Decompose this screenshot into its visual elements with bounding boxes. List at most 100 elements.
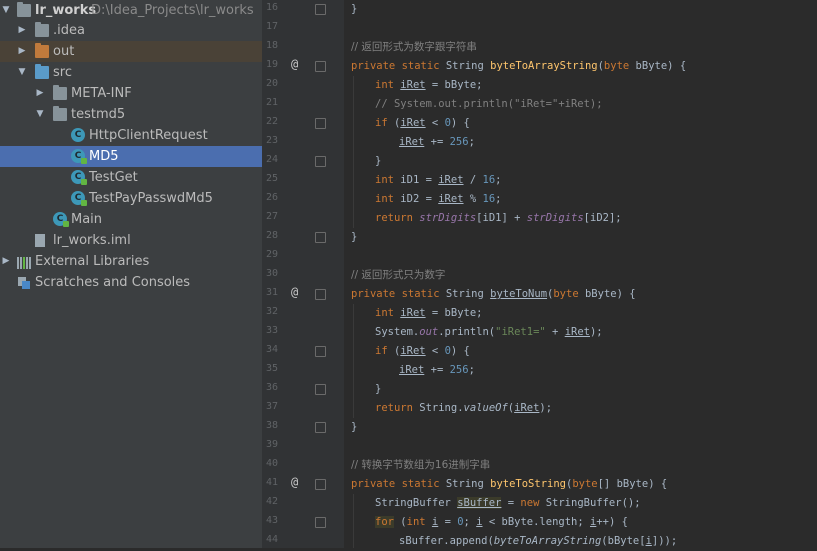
line-number: 30 (266, 268, 279, 279)
line-number: 39 (266, 439, 279, 450)
line-number: 18 (266, 40, 279, 51)
project-folder-icon (17, 2, 31, 17)
chevron-right-icon[interactable]: ▶ (16, 41, 28, 62)
line-number: 44 (266, 534, 279, 545)
code-line-31: private static String byteToNum(byte bBy… (351, 288, 636, 300)
chevron-right-icon[interactable]: ▶ (16, 20, 28, 41)
code-line-38: } (351, 421, 358, 433)
chevron-down-icon[interactable]: ▼ (16, 62, 28, 83)
fold-icon[interactable] (315, 479, 326, 490)
line-number: 25 (266, 173, 279, 184)
code-line-35: iRet += 256; (399, 364, 475, 376)
code-line-18: // 返回形式为数字跟字符串 (351, 41, 477, 53)
tree-item-label: META-INF (71, 86, 132, 101)
fold-icon[interactable] (315, 4, 326, 15)
tree-item-main[interactable]: C Main (0, 209, 262, 230)
tree-item-src[interactable]: ▼ src (0, 62, 262, 83)
java-class-icon: C (71, 191, 87, 206)
tree-item-label: lr_works.iml (53, 233, 131, 248)
code-line-21: // System.out.println("iRet="+iRet); (375, 98, 603, 110)
code-line-23: iRet += 256; (399, 136, 475, 148)
line-number: 40 (266, 458, 279, 469)
annotation-icon[interactable]: @ (291, 57, 298, 71)
annotation-icon[interactable]: @ (291, 475, 298, 489)
tree-item-out[interactable]: ▶ out (0, 41, 262, 62)
tree-item-external-libraries[interactable]: ▶ External Libraries (0, 251, 262, 272)
module-file-icon (35, 234, 45, 247)
line-number: 16 (266, 2, 279, 13)
tree-item-label: out (53, 44, 75, 59)
code-line-44: sBuffer.append(byteToArrayString(bByte[i… (399, 535, 678, 547)
line-number: 17 (266, 21, 279, 32)
editor-gutter: 16 17 18 19 @ 20 21 22 23 24 25 26 27 28 … (262, 0, 345, 548)
tree-item-testget[interactable]: C TestGet (0, 167, 262, 188)
java-class-icon: C (53, 212, 69, 227)
java-class-icon: C (71, 128, 85, 142)
fold-icon[interactable] (315, 517, 326, 528)
line-number: 31 (266, 287, 279, 298)
code-line-19: private static String byteToArrayString(… (351, 60, 687, 72)
tree-item-label: TestGet (89, 170, 138, 185)
line-number: 22 (266, 116, 279, 127)
tree-item-label: .idea (53, 23, 85, 38)
chevron-right-icon[interactable]: ▶ (0, 251, 12, 272)
code-line-25: int iD1 = iRet / 16; (375, 174, 502, 186)
line-number: 38 (266, 420, 279, 431)
code-line-26: int iD2 = iRet % 16; (375, 193, 502, 205)
line-number: 26 (266, 192, 279, 203)
fold-icon[interactable] (315, 289, 326, 300)
java-class-icon: C (71, 149, 87, 164)
chevron-right-icon[interactable]: ▶ (34, 83, 46, 104)
line-number: 28 (266, 230, 279, 241)
code-line-34: if (iRet < 0) { (375, 345, 470, 357)
line-number: 34 (266, 344, 279, 355)
libraries-icon (17, 255, 31, 269)
code-line-27: return strDigits[iD1] + strDigits[iD2]; (375, 212, 622, 224)
tree-item-label: External Libraries (35, 254, 150, 269)
tree-item-idea[interactable]: ▶ .idea (0, 20, 262, 41)
fold-icon[interactable] (315, 384, 326, 395)
tree-item-testmd5[interactable]: ▼ testmd5 (0, 104, 262, 125)
source-folder-icon (35, 64, 49, 79)
line-number: 32 (266, 306, 279, 317)
tree-item-label: Main (71, 212, 103, 227)
chevron-down-icon[interactable]: ▼ (0, 0, 12, 21)
fold-icon[interactable] (315, 118, 326, 129)
fold-icon[interactable] (315, 61, 326, 72)
tree-item-scratches[interactable]: Scratches and Consoles (0, 272, 262, 293)
line-number: 29 (266, 249, 279, 260)
fold-icon[interactable] (315, 346, 326, 357)
line-number: 19 (266, 59, 279, 70)
tree-item-label: MD5 (89, 149, 119, 164)
tree-item-label: testmd5 (71, 107, 126, 122)
tree-item-iml[interactable]: lr_works.iml (0, 230, 262, 251)
fold-icon[interactable] (315, 156, 326, 167)
project-path: D:\Idea_Projects\lr_works (91, 3, 254, 18)
chevron-down-icon[interactable]: ▼ (34, 104, 46, 125)
code-line-16: } (351, 3, 358, 15)
package-icon (53, 106, 67, 121)
code-line-20: int iRet = bByte; (375, 79, 483, 91)
code-line-22: if (iRet < 0) { (375, 117, 470, 129)
code-line-32: int iRet = bByte; (375, 307, 483, 319)
code-line-33: System.out.println("iRet1=" + iRet); (375, 326, 603, 338)
tree-item-testpaypasswdmd5[interactable]: C TestPayPasswdMd5 (0, 188, 262, 209)
java-class-icon: C (71, 170, 87, 185)
line-number: 20 (266, 78, 279, 89)
code-line-24: } (375, 155, 382, 167)
code-line-36: } (375, 383, 382, 395)
line-number: 21 (266, 97, 279, 108)
annotation-icon[interactable]: @ (291, 285, 298, 299)
fold-icon[interactable] (315, 232, 326, 243)
tree-item-md5[interactable]: C MD5 (0, 146, 262, 167)
code-line-41: private static String byteToString(byte[… (351, 478, 668, 490)
tree-item-meta-inf[interactable]: ▶ META-INF (0, 83, 262, 104)
code-editor[interactable]: } // 返回形式为数字跟字符串 private static String b… (344, 0, 817, 548)
tree-item-label: TestPayPasswdMd5 (89, 191, 213, 206)
line-number: 24 (266, 154, 279, 165)
tree-item-label: src (53, 65, 72, 80)
tree-item-project-root[interactable]: ▼ lr_works D:\Idea_Projects\lr_works (0, 0, 262, 21)
fold-icon[interactable] (315, 422, 326, 433)
tree-item-httpclientrequest[interactable]: C HttpClientRequest (0, 125, 262, 146)
code-line-28: } (351, 231, 358, 243)
